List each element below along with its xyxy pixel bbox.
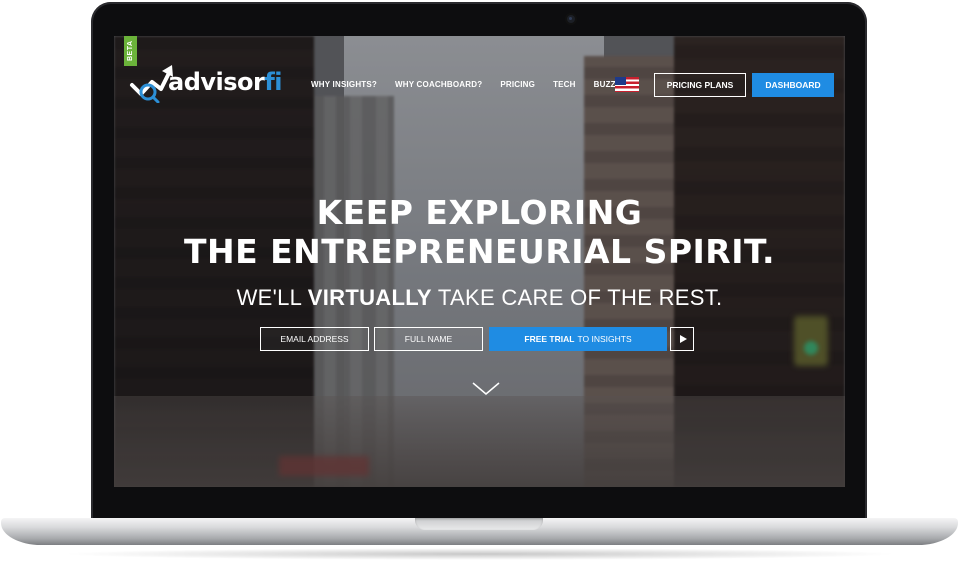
play-icon — [679, 335, 687, 343]
camera-icon — [567, 15, 575, 23]
laptop-notch — [415, 518, 543, 530]
us-flag-icon[interactable] — [615, 77, 639, 92]
email-field[interactable] — [260, 327, 369, 351]
chevron-down-icon[interactable] — [472, 382, 500, 396]
nav-tech[interactable]: TECH — [553, 80, 576, 89]
laptop-shadow — [60, 548, 900, 560]
nav-why-insights[interactable]: WHY INSIGHTS? — [311, 80, 377, 89]
main-nav: WHY INSIGHTS? WHY COACHBOARD? PRICING TE… — [311, 80, 634, 89]
nav-why-coachboard[interactable]: WHY COACHBOARD? — [395, 80, 482, 89]
pricing-plans-button[interactable]: PRICING PLANS — [654, 73, 746, 97]
full-name-field[interactable] — [374, 327, 483, 351]
screen: BETA advisorfi WHY INSIGHTS? WHY COACHBO… — [114, 36, 845, 487]
free-trial-button[interactable]: FREE TRIAL TO INSIGHTS — [489, 327, 667, 351]
nav-buzz[interactable]: BUZZ — [594, 80, 616, 89]
hero-subtitle: WE'LL VIRTUALLY TAKE CARE OF THE REST. — [236, 285, 723, 310]
logo[interactable]: advisorfi — [128, 60, 283, 104]
hero-title-line-2: THE ENTREPRENEURIAL SPIRIT. — [183, 232, 776, 271]
logo-text: advisorfi — [168, 68, 283, 96]
dashboard-button[interactable]: DASHBOARD — [752, 73, 834, 97]
play-video-button[interactable] — [670, 327, 694, 351]
nav-pricing[interactable]: PRICING — [500, 80, 535, 89]
hero-title-line-1: KEEP EXPLORING — [316, 193, 643, 232]
